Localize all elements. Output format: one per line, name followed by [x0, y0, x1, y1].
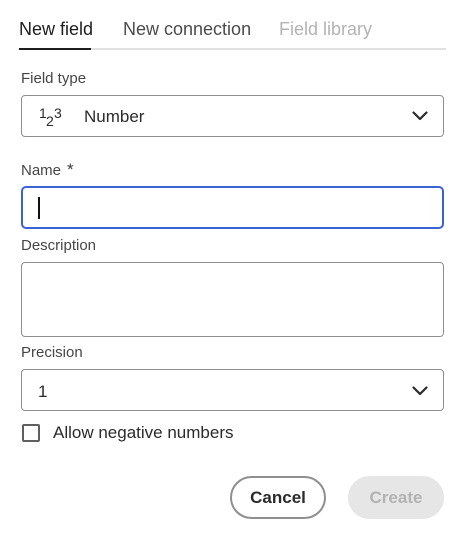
tab-new-field[interactable]: New field	[19, 18, 93, 40]
chevron-down-icon	[412, 111, 428, 121]
tab-selection-indicator	[19, 48, 91, 50]
chevron-down-icon	[412, 386, 428, 396]
description-label: Description	[21, 237, 97, 254]
name-label: Name *	[21, 161, 74, 180]
new-field-panel: New field New connection Field library F…	[0, 0, 459, 534]
tab-field-library: Field library	[279, 19, 373, 39]
allow-negative-label: Allow negative numbers	[53, 423, 234, 442]
field-type-label: Field type	[21, 70, 87, 87]
field-type-picker[interactable]: 1 2 3 Number	[21, 95, 444, 137]
cancel-button[interactable]: Cancel	[230, 476, 326, 519]
precision-picker[interactable]: 1	[21, 369, 444, 411]
svg-text:3: 3	[54, 105, 62, 121]
number-123-icon: 1 2 3	[39, 104, 65, 129]
allow-negative-checkbox[interactable]	[22, 424, 40, 442]
field-type-value: Number	[84, 107, 145, 126]
name-label-text: Name	[21, 162, 62, 179]
tab-new-connection[interactable]: New connection	[123, 18, 251, 40]
svg-text:2: 2	[46, 113, 54, 128]
required-marker: *	[67, 160, 74, 179]
tab-bar: New field New connection Field library	[19, 12, 446, 50]
name-input[interactable]	[21, 186, 444, 229]
precision-label: Precision	[21, 344, 83, 361]
precision-value: 1	[38, 382, 48, 401]
description-textarea[interactable]	[21, 262, 444, 337]
text-caret	[38, 197, 40, 219]
create-button: Create	[348, 476, 444, 519]
